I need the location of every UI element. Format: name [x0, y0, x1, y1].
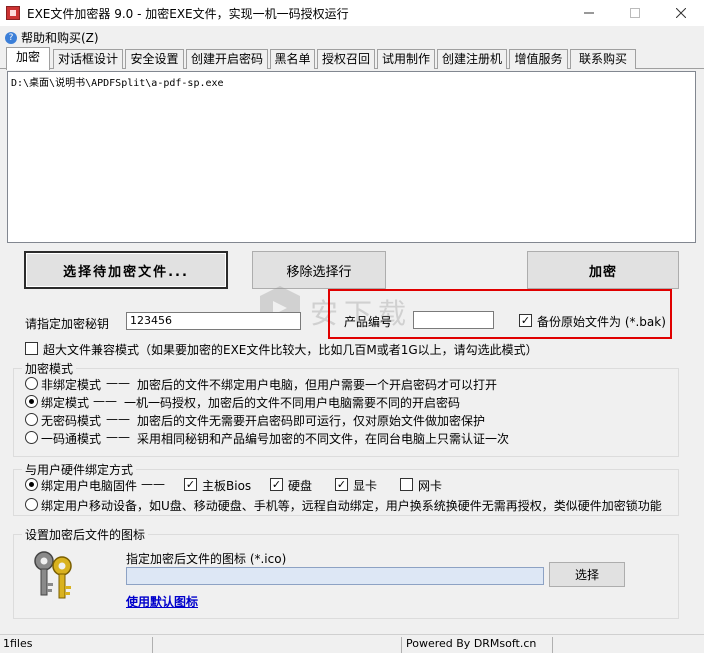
bios-checkbox[interactable]: ✓: [184, 478, 197, 491]
encrypt-button[interactable]: 加密: [527, 251, 679, 289]
use-default-icon-link[interactable]: 使用默认图标: [126, 593, 198, 610]
menu-help[interactable]: ? 帮助和购买(Z): [5, 29, 99, 46]
nic-label: 网卡: [418, 479, 443, 493]
minimize-button[interactable]: [566, 0, 612, 26]
tab-recall[interactable]: 授权召回: [317, 49, 375, 69]
mode-onecode-radio[interactable]: [25, 431, 38, 444]
status-bar: 1files Powered By DRMsoft.cn: [0, 634, 704, 653]
mode-bound-label: 绑定模式: [41, 396, 90, 410]
maximize-button[interactable]: [612, 0, 658, 26]
file-list[interactable]: D:\桌面\说明书\APDFSplit\a-pdf-sp.exe: [7, 71, 696, 243]
status-file-count: 1files: [0, 637, 153, 653]
highlight-box: [328, 289, 672, 339]
mode-bound-radio[interactable]: [25, 395, 38, 408]
tab-contact[interactable]: 联系购买: [570, 49, 636, 69]
key-label: 请指定加密秘钥: [25, 317, 110, 331]
icon-prompt-label: 指定加密后文件的图标 (*.ico): [126, 552, 287, 566]
close-button[interactable]: [658, 0, 704, 26]
mode-nopassword-label: 无密码模式: [41, 414, 102, 428]
title-bar: EXE文件加密器 9.0 - 加密EXE文件，实现一机一码授权运行: [0, 0, 704, 26]
mode-onecode-label: 一码通模式: [41, 432, 102, 446]
tab-security[interactable]: 安全设置: [125, 49, 184, 69]
icon-path-input[interactable]: [126, 567, 544, 585]
minimize-icon: [584, 12, 594, 14]
help-icon: ?: [5, 31, 17, 44]
tab-services[interactable]: 增值服务: [509, 49, 568, 69]
mode-dash: ——: [106, 412, 130, 426]
mode-dash: ——: [93, 394, 117, 408]
mode-unbound-desc: 加密后的文件不绑定用户电脑，但用户需要一个开启密码才可以打开: [137, 378, 498, 392]
nic-checkbox[interactable]: [400, 478, 413, 491]
tab-encrypt[interactable]: 加密: [6, 47, 50, 70]
mode-unbound-label: 非绑定模式: [41, 378, 102, 392]
bind-firmware-radio[interactable]: [25, 478, 38, 491]
large-file-label: 超大文件兼容模式（如果要加密的EXE文件比较大，比如几百M或者1G以上，请勾选此…: [43, 343, 538, 357]
mode-dash: ——: [106, 430, 130, 444]
keys-icon: [34, 551, 72, 599]
tab-open-password[interactable]: 创建开启密码: [186, 49, 268, 69]
disk-label: 硬盘: [288, 479, 313, 493]
menu-help-label: 帮助和购买(Z): [21, 31, 99, 45]
tab-keygen[interactable]: 创建注册机: [437, 49, 507, 69]
browse-icon-button[interactable]: 选择: [549, 562, 625, 587]
maximize-icon: [630, 8, 640, 18]
key-input[interactable]: 123456: [126, 312, 301, 330]
window-title: EXE文件加密器 9.0 - 加密EXE文件，实现一机一码授权运行: [27, 7, 349, 21]
close-icon: [676, 8, 686, 18]
select-file-button[interactable]: 选择待加密文件...: [24, 251, 228, 289]
disk-checkbox[interactable]: ✓: [270, 478, 283, 491]
menu-bar: ? 帮助和购买(Z): [0, 26, 704, 46]
mode-nopassword-radio[interactable]: [25, 413, 38, 426]
mode-dash: ——: [106, 376, 130, 390]
app-icon: [6, 6, 20, 20]
large-file-checkbox[interactable]: [25, 342, 38, 355]
tab-blacklist[interactable]: 黑名单: [270, 49, 315, 69]
tab-trial[interactable]: 试用制作: [377, 49, 435, 69]
status-empty: [154, 637, 402, 653]
tab-strip: 加密 对话框设计 安全设置 创建开启密码 黑名单 授权召回 试用制作 创建注册机…: [0, 47, 704, 70]
bind-mobile-radio[interactable]: [25, 498, 38, 511]
list-item[interactable]: D:\桌面\说明书\APDFSplit\a-pdf-sp.exe: [11, 74, 692, 89]
gpu-label: 显卡: [353, 479, 378, 493]
mode-unbound-radio[interactable]: [25, 377, 38, 390]
gpu-checkbox[interactable]: ✓: [335, 478, 348, 491]
mode-onecode-desc: 采用相同秘钥和产品编号加密的不同文件，在同台电脑上只需认证一次: [137, 432, 510, 446]
bind-mobile-label: 绑定用户移动设备，如U盘、移动硬盘、手机等，远程自动绑定，用户换系统换硬件无需再…: [41, 499, 662, 513]
bios-label: 主板Bios: [202, 479, 252, 493]
tab-dialog-design[interactable]: 对话框设计: [53, 49, 123, 69]
icon-settings-title: 设置加密后文件的图标: [22, 526, 149, 543]
mode-bound-desc: 一机一码授权，加密后的文件不同用户电脑需要不同的开启密码: [124, 396, 461, 410]
status-powered: Powered By DRMsoft.cn: [403, 637, 553, 653]
hardware-title: 与用户硬件绑定方式: [22, 461, 137, 478]
bind-firmware-label: 绑定用户电脑固件: [41, 479, 138, 493]
encrypt-mode-title: 加密模式: [22, 360, 77, 377]
mode-nopassword-desc: 加密后的文件无需要开启密码即可运行，仅对原始文件做加密保护: [137, 414, 486, 428]
firmware-dash: ——: [141, 477, 165, 491]
